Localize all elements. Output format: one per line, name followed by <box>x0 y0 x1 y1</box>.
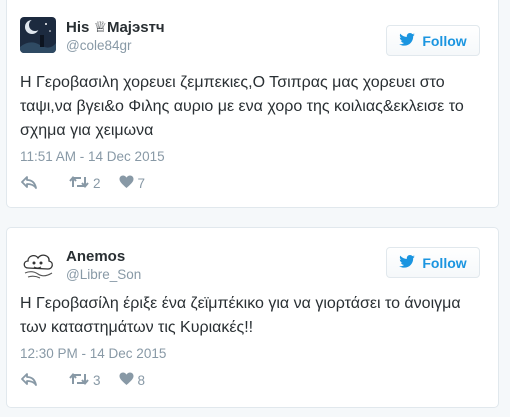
retweet-icon <box>69 175 89 192</box>
like-count: 8 <box>137 373 146 388</box>
tweet-timestamp[interactable]: 11:51 AM - 14 Dec 2015 <box>20 149 165 164</box>
tweet-feed: His ♕Majэsтч @cole84gr Follow Η Γεροβασι… <box>0 0 510 417</box>
tweet-text: Η Γεροβασιλη χορευει ζεμπεκιες,Ο Τσιπρας… <box>20 74 464 139</box>
like-count: 7 <box>137 176 146 191</box>
like-button[interactable]: 8 <box>119 372 146 389</box>
heart-icon <box>119 372 134 389</box>
tweet-card: His ♕Majэsтч @cole84gr Follow Η Γεροβασι… <box>6 0 499 208</box>
tweet-actions: 3 8 <box>21 372 145 389</box>
avatar[interactable] <box>20 246 56 282</box>
twitter-bird-icon <box>399 32 416 49</box>
heart-icon <box>119 175 134 192</box>
reply-button[interactable] <box>21 175 37 192</box>
retweet-icon <box>69 372 89 389</box>
follow-label: Follow <box>422 254 467 271</box>
follow-button[interactable]: Follow <box>386 25 480 56</box>
user-handle[interactable]: @Libre_Son <box>66 267 141 282</box>
twitter-bird-icon <box>399 254 416 271</box>
reply-button[interactable] <box>21 372 37 389</box>
retweet-button[interactable]: 3 <box>69 372 101 389</box>
tweet-card: Anemos @Libre_Son Follow Η Γεροβασίλη έρ… <box>6 227 499 408</box>
avatar[interactable] <box>20 17 56 53</box>
reply-icon <box>21 372 37 389</box>
tweet-actions: 2 7 <box>21 175 145 192</box>
tweet-text: Η Γεροβασίλη έριξε ένα ζεϊμπέκικο για να… <box>20 295 461 336</box>
retweet-count: 2 <box>93 176 101 191</box>
follow-label: Follow <box>422 32 467 49</box>
like-button[interactable]: 7 <box>119 175 146 192</box>
user-name[interactable]: His ♕Majэsтч <box>66 18 165 36</box>
retweet-button[interactable]: 2 <box>69 175 101 192</box>
tweet-timestamp[interactable]: 12:30 PM - 14 Dec 2015 <box>20 346 166 361</box>
retweet-count: 3 <box>93 373 101 388</box>
follow-button[interactable]: Follow <box>386 247 480 278</box>
reply-icon <box>21 175 37 192</box>
user-name[interactable]: Anemos <box>66 248 125 265</box>
user-handle[interactable]: @cole84gr <box>66 38 132 53</box>
